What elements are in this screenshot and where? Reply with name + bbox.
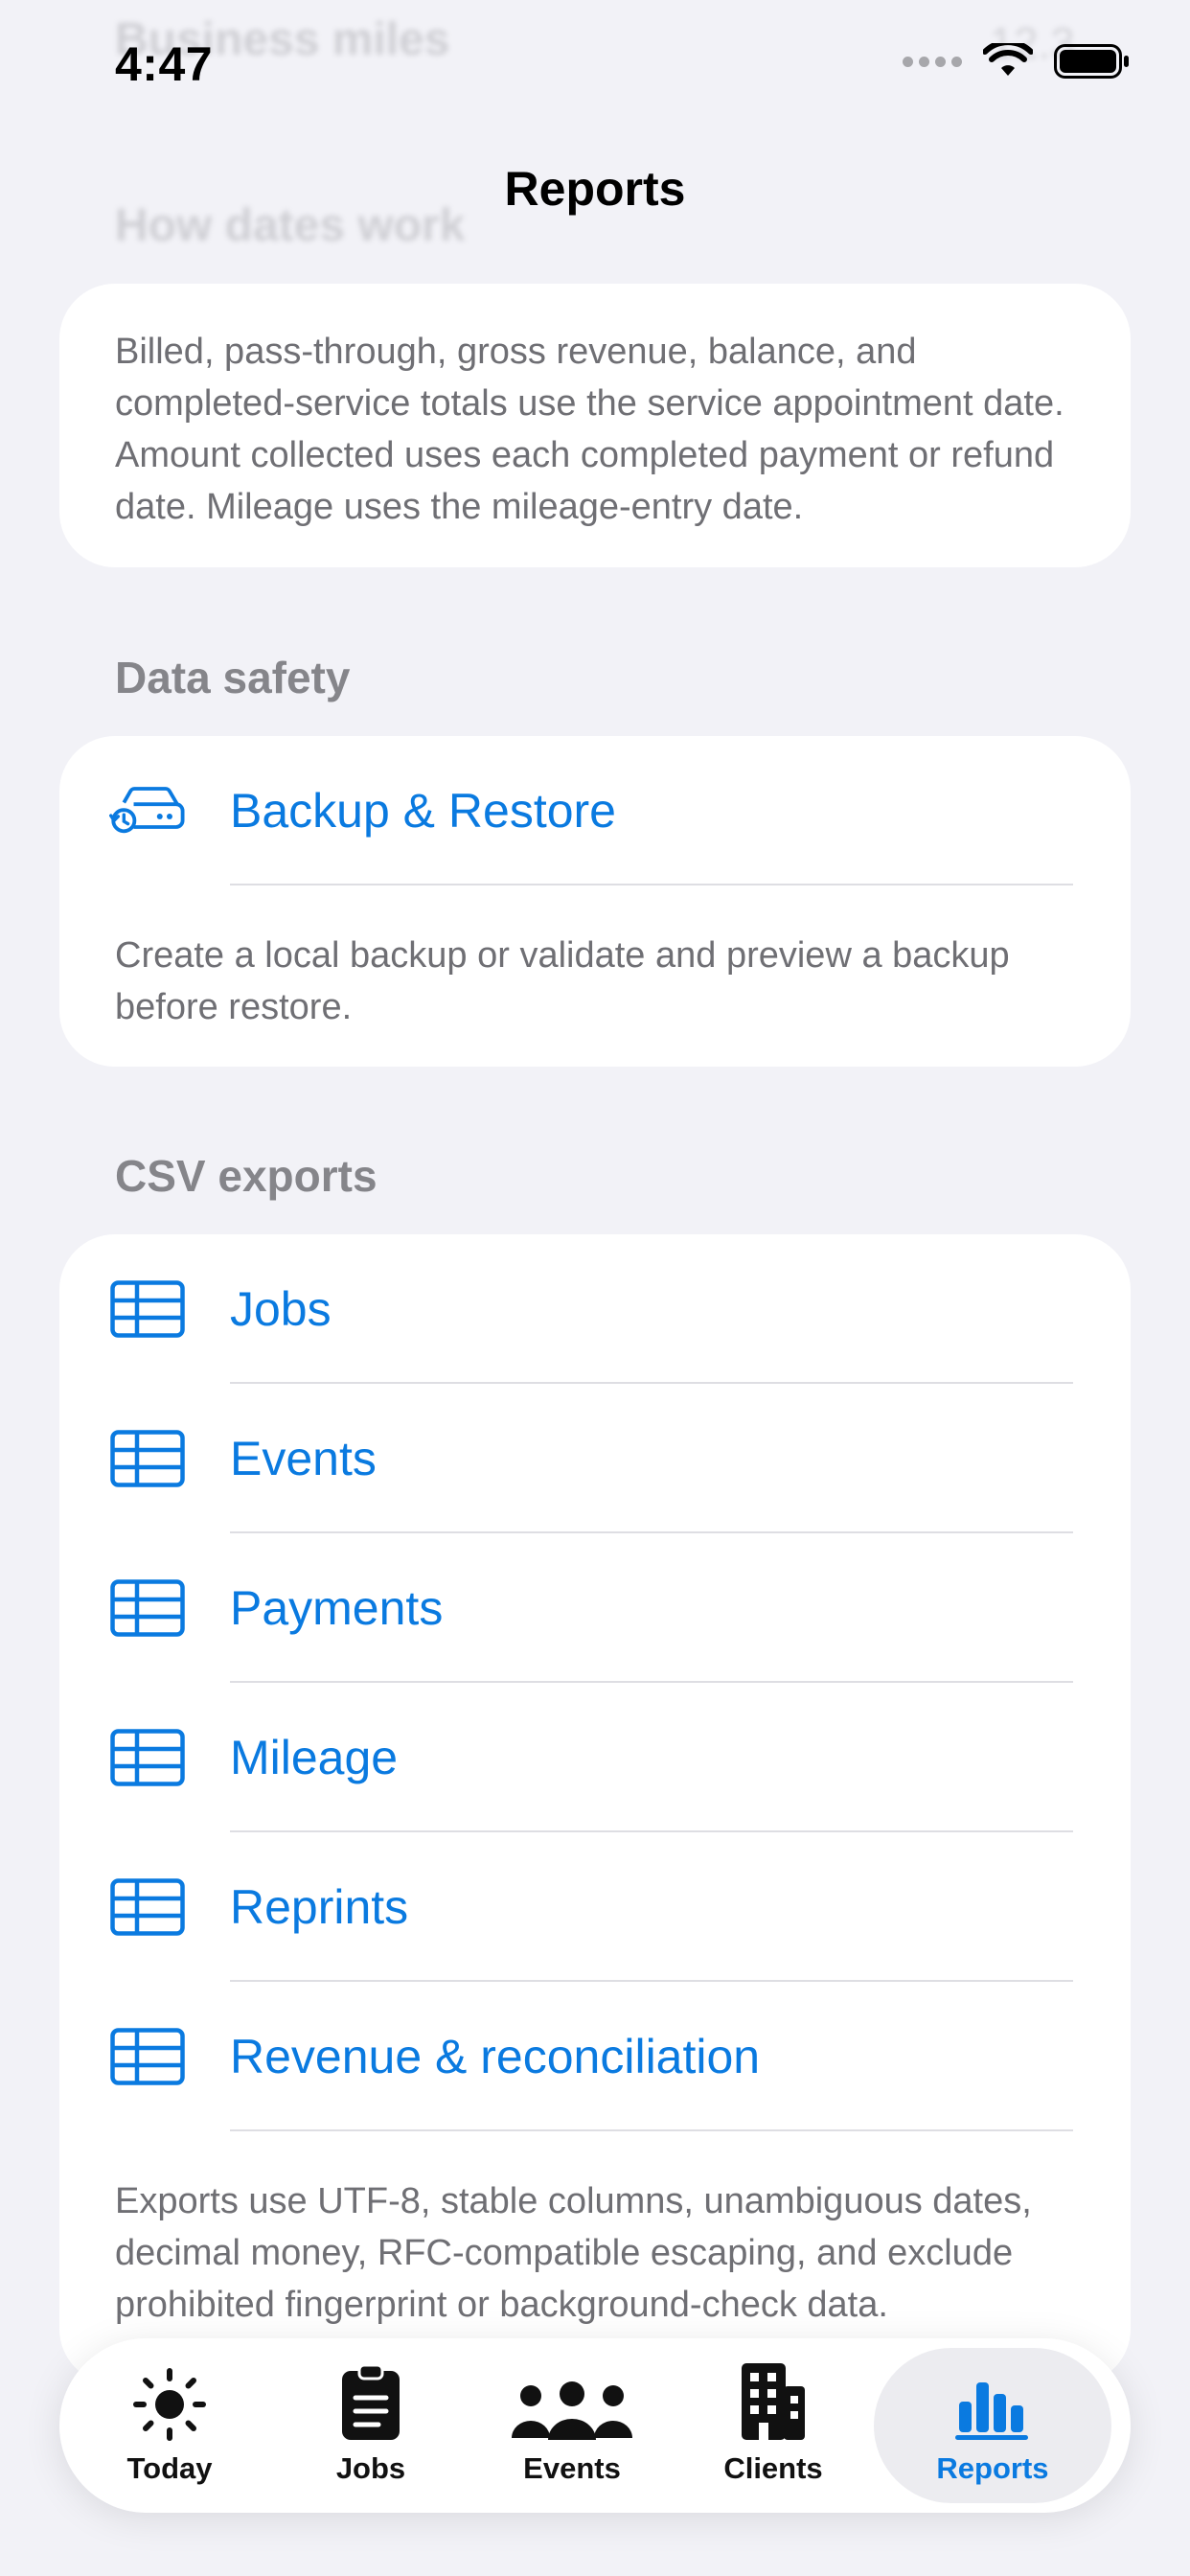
export-label: Mileage	[230, 1731, 399, 1784]
table-icon	[109, 1878, 186, 1936]
table-icon	[109, 1430, 186, 1487]
export-label: Revenue & reconciliation	[230, 2030, 761, 2083]
tab-today[interactable]: Today	[69, 2348, 270, 2503]
export-jobs-row[interactable]: Jobs	[59, 1234, 1131, 1384]
row-divider	[230, 2129, 1073, 2131]
backup-restore-label: Backup & Restore	[230, 784, 616, 838]
row-divider	[230, 884, 1073, 886]
export-mileage-row[interactable]: Mileage	[59, 1683, 1131, 1832]
clipboard-icon	[340, 2363, 401, 2442]
tab-clients[interactable]: Clients	[673, 2348, 874, 2503]
data-safety-note: Create a local backup or validate and pr…	[115, 935, 1010, 1027]
data-safety-card: Backup & Restore Create a local backup o…	[59, 736, 1131, 1067]
bar-chart-icon	[955, 2365, 1030, 2442]
export-label: Reprints	[230, 1880, 409, 1934]
how-dates-note: Billed, pass-through, gross revenue, bal…	[115, 332, 1064, 527]
sun-icon	[132, 2365, 207, 2442]
tab-label: Clients	[723, 2451, 823, 2485]
status-icons	[903, 42, 1131, 80]
csv-exports-header: CSV exports	[115, 1151, 378, 1201]
how-dates-card: Billed, pass-through, gross revenue, bal…	[59, 284, 1131, 567]
page-title: Reports	[504, 162, 686, 216]
status-time: 4:47	[115, 37, 214, 91]
tab-jobs[interactable]: Jobs	[270, 2348, 471, 2503]
export-revenue-row[interactable]: Revenue & reconciliation	[59, 1982, 1131, 2131]
cellular-signal-icon	[903, 56, 962, 67]
csv-exports-card: Jobs Events Payments Mileage Reprints Re…	[59, 1234, 1131, 2384]
tab-label: Today	[126, 2451, 213, 2485]
export-events-row[interactable]: Events	[59, 1384, 1131, 1533]
csv-exports-note: Exports use UTF-8, stable columns, unamb…	[115, 2181, 1032, 2325]
battery-icon	[1054, 44, 1129, 79]
export-payments-row[interactable]: Payments	[59, 1533, 1131, 1683]
table-icon	[109, 1579, 186, 1637]
export-label: Jobs	[230, 1282, 332, 1336]
building-icon	[740, 2363, 807, 2442]
tab-events[interactable]: Events	[471, 2348, 673, 2503]
tab-label: Reports	[936, 2451, 1049, 2485]
people-icon	[510, 2365, 634, 2442]
wifi-icon	[983, 43, 1033, 76]
data-safety-header: Data safety	[115, 653, 351, 702]
table-icon	[109, 1729, 186, 1786]
backup-restore-row[interactable]: Backup & Restore	[59, 736, 1131, 886]
reports-screen: Business miles 12.3 How dates work 4:47 …	[0, 0, 1190, 2576]
export-reprints-row[interactable]: Reprints	[59, 1832, 1131, 1982]
tab-reports[interactable]: Reports	[874, 2348, 1111, 2503]
table-icon	[109, 1280, 186, 1338]
export-label: Payments	[230, 1581, 444, 1635]
table-icon	[109, 2028, 186, 2085]
tab-label: Events	[523, 2451, 621, 2485]
tab-bar: Today Jobs Events Clients Reports	[59, 2338, 1131, 2513]
backup-restore-icon	[109, 780, 186, 841]
tab-label: Jobs	[335, 2451, 406, 2485]
export-label: Events	[230, 1432, 377, 1485]
